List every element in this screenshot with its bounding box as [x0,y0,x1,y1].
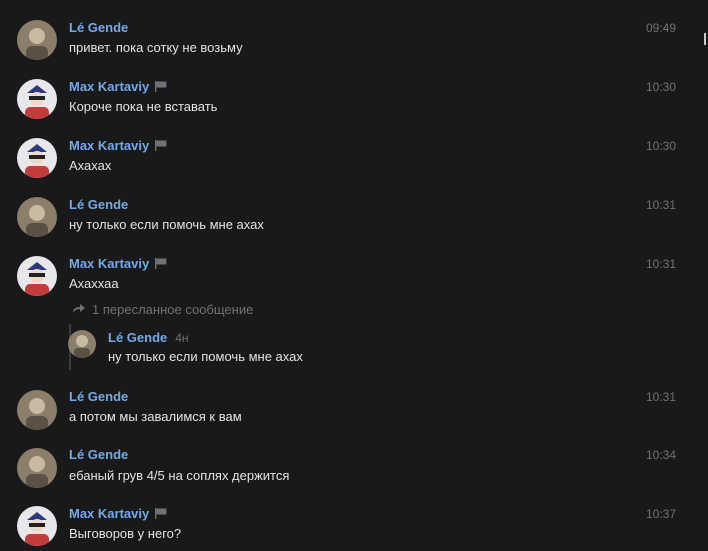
author-name[interactable]: Max Kartaviy [69,138,167,155]
author-name[interactable]: Lé Gende [69,389,128,405]
scrollbar[interactable] [704,33,706,45]
avatar[interactable] [17,506,57,546]
message-text: Выговоров у него? [69,526,182,541]
avatar[interactable] [17,448,57,488]
avatar[interactable] [17,390,57,430]
author-name[interactable]: Lé Gende [69,197,128,213]
message-time: 10:31 [645,390,676,404]
flag-icon [155,139,167,155]
author-name[interactable]: Max Kartaviy [69,506,167,523]
message-text: а потом мы завалимся к вам [69,409,242,424]
author-name[interactable]: Max Kartaviy [69,256,167,273]
forwarded-text: ну только если помочь мне ахах [108,349,303,364]
forwarded-avatar[interactable] [68,330,96,358]
forwarded-label[interactable]: 1 пересланное сообщение [72,302,253,318]
message-time: 10:31 [645,198,676,212]
avatar[interactable] [17,256,57,296]
flag-icon [155,80,167,96]
author-name[interactable]: Lé Gende [69,447,128,463]
message-time: 09:49 [645,21,676,35]
avatar[interactable] [17,20,57,60]
forwarded-label-text: 1 пересланное сообщение [92,302,254,317]
message-text: ебаный грув 4/5 на соплях держится [69,468,290,483]
forward-arrow-icon [72,302,86,318]
forwarded-author[interactable]: Lé Gende 4н [108,330,189,346]
avatar[interactable] [17,138,57,178]
message-text: Короче пока не вставать [69,99,218,114]
avatar[interactable] [17,197,57,237]
message-time: 10:30 [645,139,676,153]
message-text: ну только если помочь мне ахах [69,217,264,232]
avatar[interactable] [17,79,57,119]
flag-icon [155,257,167,273]
message-time: 10:34 [645,448,676,462]
flag-icon [155,507,167,523]
message-time: 10:31 [645,257,676,271]
message-text: Ахаххаа [69,276,119,291]
message-time: 10:30 [645,80,676,94]
chat-history: Lé Gende привет. пока сотку не возьму 09… [0,0,708,551]
message-time: 10:37 [645,507,676,521]
message-text: Ахахах [69,158,112,173]
author-name[interactable]: Max Kartaviy [69,79,167,96]
author-name[interactable]: Lé Gende [69,20,128,36]
forwarded-time: 4н [175,331,189,345]
message-text: привет. пока сотку не возьму [69,40,243,55]
